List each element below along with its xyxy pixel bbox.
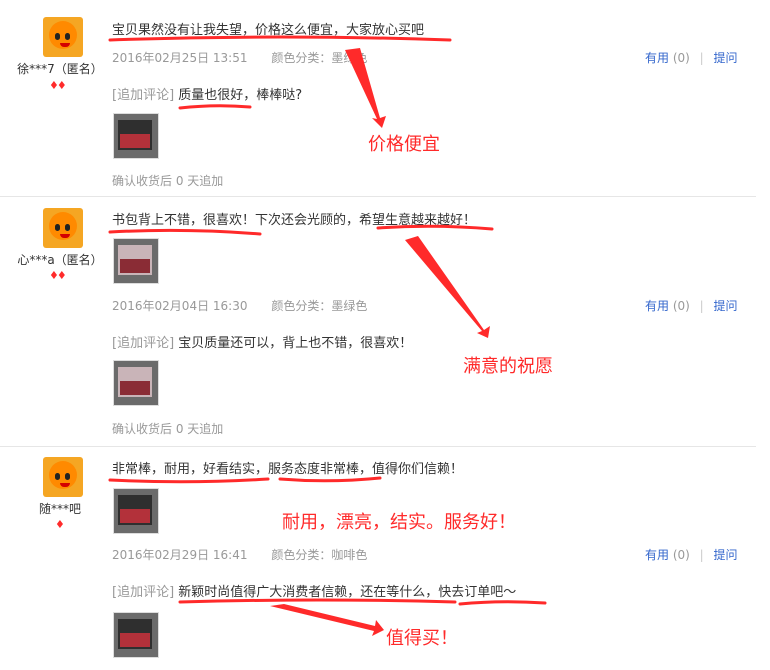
- review-item-3: 随***吧 ♦ 非常棒，耐用，好看结实，服务态度非常棒，值得你们信赖！ 2016…: [0, 446, 756, 670]
- append-text: 新颖时尚值得广大消费者信赖，还在等什么，快去订单吧～: [178, 585, 517, 600]
- color-category: 颜色分类：墨绿色: [271, 51, 368, 65]
- review-photo-thumbnail[interactable]: [113, 238, 159, 284]
- useful-button[interactable]: 有用: [645, 299, 669, 313]
- color-category: 颜色分类：墨绿色: [271, 299, 368, 313]
- review-meta: 2016年02月29日 16:41 颜色分类：咖啡色: [112, 546, 367, 563]
- review-date: 2016年02月04日 16:30: [112, 299, 248, 313]
- review-item-2: 心***a（匿名） ♦♦ 书包背上不错，很喜欢！下次还会光顾的，希望生意越来越好…: [0, 196, 756, 447]
- comment-text: 非常棒，耐用，好看结实，服务态度非常棒，值得你们信赖！: [112, 462, 464, 477]
- color-category: 颜色分类：咖啡色: [271, 548, 368, 562]
- avatar[interactable]: [43, 17, 83, 57]
- heart-rank-icon: ♦♦: [49, 269, 67, 282]
- review-photo-thumbnail[interactable]: [113, 360, 159, 406]
- review-date: 2016年02月29日 16:41: [112, 548, 248, 562]
- useful-count: (0): [672, 548, 690, 562]
- annotation-good-wishes: 满意的祝愿: [463, 356, 553, 377]
- reply-button[interactable]: 提问: [714, 299, 738, 313]
- username: 随***吧: [38, 502, 81, 516]
- confirm-note: 确认收货后 0 天追加: [112, 422, 224, 436]
- review-date: 2016年02月25日 13:51: [112, 51, 248, 65]
- append-tag: [追加评论]: [112, 336, 175, 351]
- useful-button[interactable]: 有用: [645, 51, 669, 65]
- append-tag: [追加评论]: [112, 88, 175, 103]
- append-comment: [追加评论] 新颖时尚值得广大消费者信赖，还在等什么，快去订单吧～: [112, 581, 516, 600]
- heart-rank-icon: ♦: [55, 518, 65, 531]
- useful-count: (0): [672, 299, 690, 313]
- append-comment: [追加评论] 宝贝质量还可以，背上也不错，很喜欢！: [112, 332, 412, 351]
- review-meta: 2016年02月25日 13:51 颜色分类：墨绿色: [112, 49, 367, 66]
- append-comment: [追加评论] 质量也很好，棒棒哒?: [112, 84, 302, 103]
- confirm-note: 确认收货后 0 天追加: [112, 174, 224, 188]
- comment-text: 宝贝果然没有让我失望，价格这么便宜，大家放心买吧: [112, 23, 425, 38]
- append-text: 质量也很好，棒棒哒?: [178, 88, 303, 103]
- comment-text: 书包背上不错，很喜欢！下次还会光顾的，希望生意越来越好！: [112, 213, 477, 228]
- useful-button[interactable]: 有用: [645, 548, 669, 562]
- useful-count: (0): [672, 51, 690, 65]
- review-meta: 2016年02月04日 16:30 颜色分类：墨绿色: [112, 297, 367, 314]
- reply-button[interactable]: 提问: [714, 51, 738, 65]
- annotation-worth-buying: 值得买！: [386, 628, 458, 649]
- review-photo-thumbnail[interactable]: [113, 612, 159, 658]
- annotation-durable-quality: 耐用，漂亮，结实。服务好！: [282, 512, 516, 533]
- annotation-price-cheap: 价格便宜: [368, 134, 440, 155]
- append-tag: [追加评论]: [112, 585, 175, 600]
- username: 徐***7（匿名）: [17, 62, 103, 76]
- useful-actions: 有用 (0) | 提问: [645, 299, 738, 313]
- append-text: 宝贝质量还可以，背上也不错，很喜欢！: [178, 336, 413, 351]
- avatar[interactable]: [43, 208, 83, 248]
- review-photo-thumbnail[interactable]: [113, 488, 159, 534]
- review-photo-thumbnail[interactable]: [113, 113, 159, 159]
- avatar[interactable]: [43, 457, 83, 497]
- useful-actions: 有用 (0) | 提问: [645, 548, 738, 562]
- heart-rank-icon: ♦♦: [49, 79, 67, 92]
- useful-actions: 有用 (0) | 提问: [645, 51, 738, 65]
- reply-button[interactable]: 提问: [714, 548, 738, 562]
- username: 心***a（匿名）: [17, 253, 103, 267]
- review-item-1: 徐***7（匿名） ♦♦ 宝贝果然没有让我失望，价格这么便宜，大家放心买吧 20…: [0, 0, 756, 197]
